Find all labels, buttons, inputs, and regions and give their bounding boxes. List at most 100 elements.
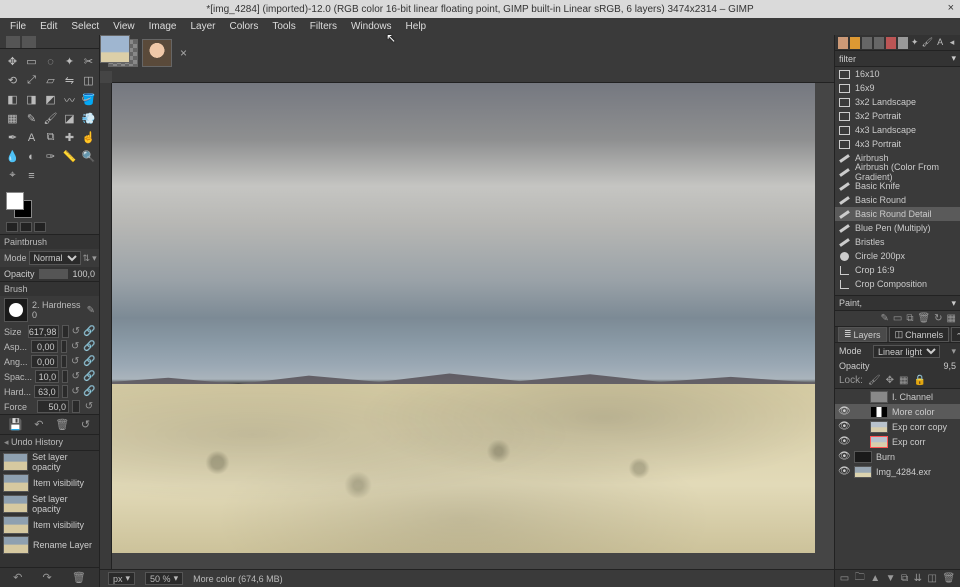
delete-icon[interactable]: 🗑 <box>55 418 69 431</box>
tool-clone[interactable]: ⧉ <box>42 129 59 146</box>
dock-icon[interactable] <box>838 37 848 49</box>
zoom-select[interactable]: 50 %▾ <box>145 572 183 585</box>
link-icon[interactable]: 🔗 <box>83 386 95 398</box>
tool-align[interactable]: ≡ <box>23 167 40 184</box>
reset-icon[interactable]: ↺ <box>70 341 80 353</box>
refresh-icon[interactable]: ↻ <box>934 313 942 324</box>
aspect-value[interactable]: 0,00 <box>31 340 57 353</box>
tool-text[interactable]: A <box>23 129 40 146</box>
tool-zoom[interactable]: 🔍 <box>80 148 97 165</box>
tool-smudge[interactable]: ☝ <box>80 129 97 146</box>
link-icon[interactable]: 🔗 <box>83 326 95 338</box>
menu-select[interactable]: Select <box>65 19 105 34</box>
canvas[interactable] <box>112 83 834 569</box>
tool-move[interactable]: ✥ <box>4 53 21 70</box>
tool-dodge[interactable]: ◐ <box>23 148 40 165</box>
chevron-down-icon[interactable]: ▾ <box>92 253 97 264</box>
size-spinner[interactable] <box>62 325 68 338</box>
delete-icon[interactable]: 🗑 <box>917 313 930 324</box>
close-icon[interactable]: × <box>948 2 954 14</box>
ruler-horizontal[interactable] <box>112 71 834 83</box>
tool-fuzzy-select[interactable]: ✦ <box>61 53 78 70</box>
tool-measure[interactable]: 📏 <box>61 148 78 165</box>
angle-value[interactable]: 0,00 <box>31 355 57 368</box>
mask-icon[interactable]: ◫ <box>928 573 937 584</box>
reverse-icon[interactable]: ⇅ <box>83 253 91 264</box>
menu-help[interactable]: Help <box>400 19 433 34</box>
layer-thumbnail[interactable] <box>854 451 872 463</box>
chevron-down-icon[interactable]: ▾ <box>951 346 956 357</box>
lock-position-icon[interactable]: ✥ <box>886 375 894 386</box>
edit-icon[interactable]: ✎ <box>880 313 888 324</box>
tool-picker[interactable]: ⌖ <box>4 167 21 184</box>
tool-gradient[interactable]: ▦ <box>4 110 21 127</box>
new-layer-icon[interactable]: ▭ <box>840 573 849 584</box>
duplicate-layer-icon[interactable]: ⧉ <box>901 573 908 584</box>
brush-item[interactable]: Blue Pen (Multiply) <box>835 221 960 235</box>
reset-icon[interactable]: ↺ <box>72 326 80 338</box>
reset-icon[interactable]: ↺ <box>71 371 80 383</box>
tool-paintbrush[interactable]: 🖌 <box>42 110 59 127</box>
new-icon[interactable]: ▭ <box>893 313 902 324</box>
brush-item[interactable]: Basic Round <box>835 193 960 207</box>
layer-thumbnail[interactable] <box>870 391 888 403</box>
indicator[interactable] <box>6 222 18 232</box>
tool-shear[interactable]: ▱ <box>42 72 59 89</box>
tool-pencil[interactable]: ✎ <box>23 110 40 127</box>
dock-icon[interactable] <box>898 37 908 49</box>
tool-rect-select[interactable]: ▭ <box>23 53 40 70</box>
tool-warp[interactable]: 〰 <box>61 91 78 108</box>
duplicate-icon[interactable]: ⧉ <box>906 313 913 324</box>
menu-view[interactable]: View <box>107 19 141 34</box>
force-value[interactable]: 50,0 <box>37 400 69 413</box>
dock-menu-icon[interactable]: ◂ <box>947 37 957 49</box>
grid-icon[interactable]: ▦ <box>947 313 956 324</box>
tool-blur[interactable]: 💧 <box>4 148 21 165</box>
unit-select[interactable]: px▾ <box>108 572 135 585</box>
undo-item[interactable]: Item visibility <box>0 515 99 535</box>
undo-item[interactable]: Set layer opacity <box>0 493 99 515</box>
undo-icon[interactable]: ↶ <box>13 571 22 584</box>
brush-item[interactable]: Basic Round Detail <box>835 207 960 221</box>
image-tab[interactable] <box>100 35 130 63</box>
chevron-down-icon[interactable]: ▾ <box>951 298 956 309</box>
menu-edit[interactable]: Edit <box>34 19 63 34</box>
angle-spinner[interactable] <box>61 355 68 368</box>
menu-tools[interactable]: Tools <box>266 19 301 34</box>
delete-layer-icon[interactable]: 🗑 <box>943 573 956 584</box>
dock-icon[interactable] <box>862 37 872 49</box>
undo-item[interactable]: Item visibility <box>0 473 99 493</box>
opacity-slider[interactable] <box>39 269 69 279</box>
reset-icon[interactable]: ↺ <box>70 356 80 368</box>
tab-layers[interactable]: ≣ Layers <box>838 327 887 342</box>
merge-icon[interactable]: ⇊ <box>914 573 922 584</box>
force-spinner[interactable] <box>72 400 80 413</box>
link-icon[interactable]: 🔗 <box>83 341 95 353</box>
tool-crop[interactable]: ✂ <box>80 53 97 70</box>
mode-select[interactable]: Normal <box>29 251 81 265</box>
new-group-icon[interactable]: 🗀 <box>855 570 865 587</box>
layer-thumbnail[interactable] <box>870 406 888 418</box>
layer-row[interactable]: 👁Exp corr copy <box>835 419 960 434</box>
menu-colors[interactable]: Colors <box>223 19 264 34</box>
visibility-icon[interactable]: 👁 <box>838 421 850 432</box>
visibility-icon[interactable]: 👁 <box>838 451 850 462</box>
lock-alpha-icon[interactable]: ▦ <box>899 375 908 386</box>
save-icon[interactable]: 💾 <box>9 418 23 431</box>
tool-eraser[interactable]: ◪ <box>61 110 78 127</box>
tool-airbrush[interactable]: 💨 <box>80 110 97 127</box>
clear-icon[interactable]: 🗑 <box>72 571 86 584</box>
tool-free-select[interactable]: ◌ <box>42 53 59 70</box>
tool-ink[interactable]: ✒ <box>4 129 21 146</box>
menu-file[interactable]: File <box>4 19 32 34</box>
dock-tab[interactable] <box>22 36 36 48</box>
edit-icon[interactable]: ✎ <box>87 305 95 316</box>
undo-item[interactable]: Set layer opacity <box>0 451 99 473</box>
reset-icon[interactable]: ↺ <box>71 386 80 398</box>
brush-item[interactable]: 4x3 Landscape <box>835 123 960 137</box>
tool-flip[interactable]: ⇋ <box>61 72 78 89</box>
lock-pixels-icon[interactable]: 🖌 <box>868 375 881 386</box>
dock-icon[interactable]: ✦ <box>910 37 920 49</box>
indicator[interactable] <box>20 222 32 232</box>
tool-scale[interactable]: ⤢ <box>23 72 40 89</box>
